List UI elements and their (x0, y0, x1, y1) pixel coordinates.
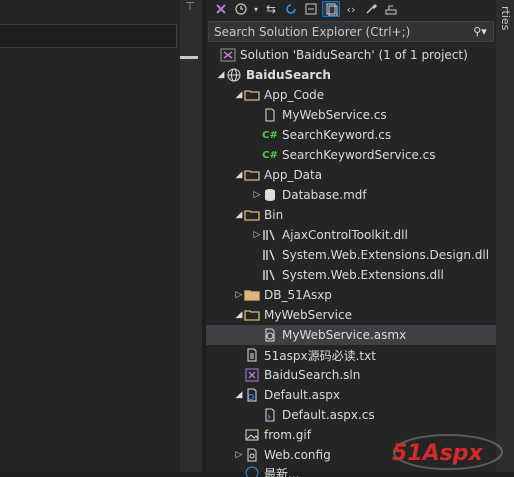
pin-icon[interactable]: ⊤ (183, 0, 197, 14)
editor-search-box[interactable] (0, 24, 177, 48)
watermark-text: 51Aspx (392, 441, 483, 466)
tree-item-db-folder[interactable]: ▷ DB_51Asxp (206, 285, 496, 305)
file-label: Web.config (264, 448, 331, 462)
tree-item-reference[interactable]: ▷ AjaxControlToolkit.dll (206, 225, 496, 245)
tree-item-readme[interactable]: 51aspx源码必读.txt (206, 345, 496, 365)
web-page-icon (244, 387, 260, 403)
view-code-icon[interactable]: ‹› (342, 1, 360, 17)
file-label: Database.mdf (282, 188, 367, 202)
properties-tab[interactable]: rties (498, 6, 512, 30)
file-label: Default.aspx.cs (282, 408, 375, 422)
collapse-all-icon[interactable] (302, 1, 320, 17)
tree-item-file[interactable]: C# SearchKeyword.cs (206, 125, 496, 145)
editor-pane (0, 0, 180, 472)
file-label: from.gif (264, 428, 311, 442)
collapsed-arrow-icon[interactable]: ▷ (252, 225, 262, 245)
tree-item-reference[interactable]: System.Web.Extensions.dll (206, 265, 496, 285)
solution-label: Solution 'BaiduSearch' (1 of 1 project) (240, 48, 468, 62)
folder-label: App_Code (264, 88, 325, 102)
expanded-arrow-icon[interactable]: ◢ (234, 305, 244, 325)
search-input[interactable] (209, 21, 467, 42)
solution-explorer: ▾ ⇆ ‹› ⚲▾ Solution 'BaiduSearch' (1 of (206, 0, 496, 477)
file-label: 51aspx源码必读.txt (264, 348, 376, 363)
tree-item-sln[interactable]: BaiduSearch.sln (206, 365, 496, 385)
refresh-icon[interactable] (282, 1, 300, 17)
expanded-arrow-icon[interactable]: ◢ (234, 205, 244, 225)
tree-item-file[interactable]: C# SearchKeywordService.cs (206, 145, 496, 165)
expanded-arrow-icon[interactable]: ◢ (216, 65, 226, 85)
tree-item-project[interactable]: ◢ BaiduSearch (206, 65, 496, 85)
image-file-icon (244, 427, 260, 443)
web-service-icon (262, 327, 278, 343)
project-label: BaiduSearch (246, 68, 331, 82)
tree-item-database[interactable]: ▷ Database.mdf (206, 185, 496, 205)
solution-icon (220, 47, 236, 63)
tree-item-selected-file[interactable]: MyWebService.asmx (206, 325, 496, 345)
history-icon[interactable] (232, 1, 250, 17)
folder-icon (244, 87, 260, 103)
tree-item-default-aspx[interactable]: ◢ Default.aspx (206, 385, 496, 405)
solution-tree: Solution 'BaiduSearch' (1 of 1 project) … (206, 45, 496, 477)
file-icon (262, 107, 278, 123)
file-label: BaiduSearch.sln (264, 368, 361, 382)
config-file-icon (244, 447, 260, 463)
collapsed-arrow-icon[interactable]: ▷ (234, 445, 244, 465)
tree-item-reference[interactable]: System.Web.Extensions.Design.dll (206, 245, 496, 265)
tree-item-bin[interactable]: ◢ Bin (206, 205, 496, 225)
expanded-arrow-icon[interactable]: ◢ (234, 385, 244, 405)
folder-label: DB_51Asxp (264, 288, 332, 302)
file-label: Default.aspx (264, 388, 340, 402)
expanded-arrow-icon[interactable]: ◢ (234, 85, 244, 105)
tree-item-file[interactable]: Default.aspx.cs (206, 405, 496, 425)
tree-item-app-code[interactable]: ◢ App_Code (206, 85, 496, 105)
properties-icon[interactable] (362, 1, 380, 17)
folder-label: MyWebService (264, 308, 352, 322)
tree-item-solution[interactable]: Solution 'BaiduSearch' (1 of 1 project) (206, 45, 496, 65)
file-label: System.Web.Extensions.Design.dll (282, 248, 490, 262)
dropdown-icon[interactable]: ▾ (252, 1, 260, 17)
text-file-icon (244, 347, 260, 363)
file-label: 最新... (264, 467, 300, 477)
csharp-file-icon: C# (262, 129, 278, 141)
collapsed-arrow-icon[interactable]: ▷ (234, 285, 244, 305)
show-all-files-icon[interactable] (322, 1, 340, 17)
database-icon (262, 187, 278, 203)
folder-icon (244, 167, 260, 183)
tree-item-app-data[interactable]: ◢ App_Data (206, 165, 496, 185)
file-label: AjaxControlToolkit.dll (282, 228, 408, 242)
folder-icon (244, 287, 260, 303)
collapsed-arrow-icon[interactable]: ▷ (252, 185, 262, 205)
folder-icon (244, 207, 260, 223)
search-icon[interactable]: ⚲▾ (467, 22, 493, 41)
tree-item-mywebservice-folder[interactable]: ◢ MyWebService (206, 305, 496, 325)
search-box[interactable]: ⚲▾ (208, 21, 494, 42)
preview-icon[interactable] (382, 1, 400, 17)
tree-item-file[interactable]: MyWebService.cs (206, 105, 496, 125)
scroll-thumb[interactable] (180, 56, 198, 59)
reference-icon (262, 227, 278, 243)
file-label: MyWebService.cs (282, 108, 387, 122)
csharp-file-icon: C# (262, 149, 278, 161)
file-label: SearchKeyword.cs (282, 128, 392, 142)
folder-icon (244, 307, 260, 323)
properties-tab-strip (496, 0, 514, 472)
file-label: SearchKeywordService.cs (282, 148, 436, 162)
file-label: MyWebService.asmx (282, 328, 407, 342)
vs-icon[interactable] (212, 1, 230, 17)
folder-label: App_Data (264, 168, 323, 182)
solution-file-icon (244, 367, 260, 383)
code-file-icon (262, 407, 278, 423)
solution-explorer-toolbar: ▾ ⇆ ‹› (206, 0, 496, 18)
expanded-arrow-icon[interactable]: ◢ (234, 165, 244, 185)
reference-icon (262, 247, 278, 263)
sync-icon[interactable]: ⇆ (262, 1, 280, 17)
globe-icon (226, 67, 242, 83)
reference-icon (262, 267, 278, 283)
watermark-logo: 51Aspx (392, 434, 503, 470)
file-label: System.Web.Extensions.dll (282, 268, 444, 282)
globe-icon (244, 465, 260, 477)
folder-label: Bin (264, 208, 284, 222)
editor-scrollbar[interactable] (180, 0, 202, 472)
